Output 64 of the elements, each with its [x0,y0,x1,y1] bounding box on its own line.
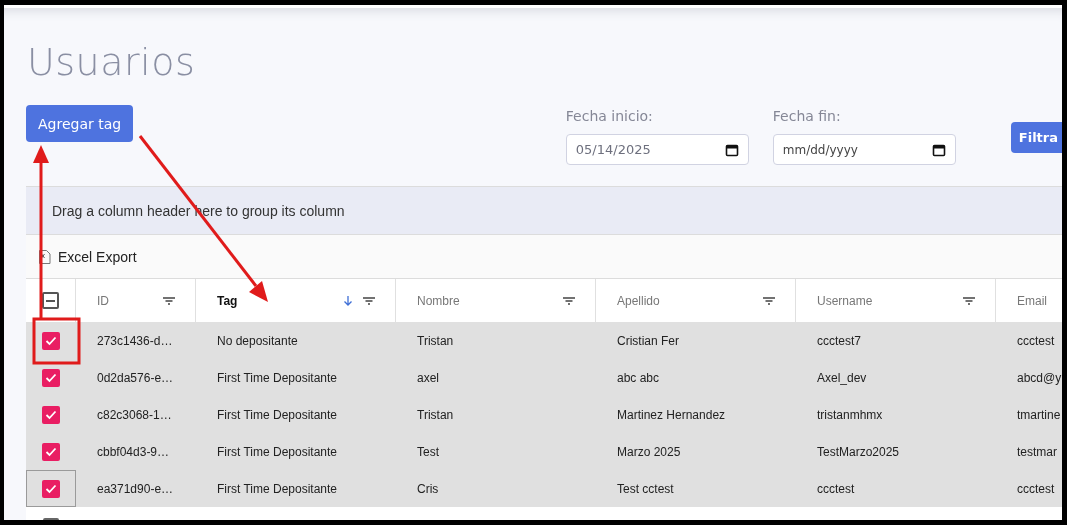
check-icon [45,372,57,383]
check-icon [45,483,57,494]
column-header[interactable]: Apellido [617,293,753,308]
table-cell: ccctest [1017,333,1055,348]
table-cell: 273c1436-d… [97,333,173,348]
column-header[interactable]: Nombre [417,293,553,308]
table-cell: No depositante [217,333,298,348]
row-checkbox[interactable] [42,368,60,387]
filter-icon[interactable] [163,296,175,305]
filter-icon[interactable] [363,296,375,305]
calendar-icon[interactable] [931,143,946,157]
row-checkbox[interactable] [42,479,60,498]
table-cell: First Time Depositante [217,481,338,496]
table-cell: ccctest [817,481,855,496]
table-cell: cbbf04d3-9… [97,444,170,459]
date-field[interactable]: mm/dd/yyyy [772,134,956,165]
column-header[interactable]: Username [817,293,953,308]
check-icon [45,409,57,420]
excel-export-button[interactable]: Excel Export [38,248,137,265]
filter-icon[interactable] [963,296,975,305]
table-cell: ccctest7 [817,333,861,348]
table-cell: c82c3068-1… [97,407,172,422]
add-tag-button[interactable]: Agregar tag [26,105,134,142]
date-label: Fecha inicio: [565,108,653,124]
highlight-frame [32,317,81,365]
table-cell: ea371d90-e… [97,481,174,496]
calendar-icon[interactable] [724,143,739,157]
date-field[interactable]: 05/14/2025 [565,134,749,165]
sort-descending-icon[interactable] [343,294,353,307]
spreadsheet-file-icon [38,248,52,265]
table-cell: tmartine [1017,407,1061,422]
table-cell: Marzo 2025 [617,444,681,459]
table-cell: Tristan [417,407,454,422]
column-header[interactable]: ID [97,293,153,308]
row-checkbox[interactable] [42,331,60,350]
table-cell: TestMarzo2025 [817,444,900,459]
check-icon [45,335,57,346]
column-header[interactable]: Email [1017,293,1062,308]
table-cell: Cris [417,481,439,496]
table-cell: Axel_dev [817,370,867,385]
filter-icon[interactable] [563,296,575,305]
table-cell: Cristian Fer [617,333,679,348]
table-cell: First Time Depositante [217,407,338,422]
table-cell: axel [417,370,439,385]
table-cell: abcd@y [1017,370,1062,385]
row-checkbox[interactable] [42,405,60,424]
filter-icon[interactable] [763,296,775,305]
table-cell: First Time Depositante [217,370,338,385]
table-cell: Martinez Hernandez [617,407,726,422]
table-cell: Test [417,444,439,459]
table-cell: 0d2da576-e… [97,370,174,385]
table-cell: First Time Depositante [217,444,338,459]
table-cell: tristanmhmx [817,407,883,422]
filter-button[interactable]: Filtra [1010,122,1062,153]
table-cell: Test cctest [617,481,674,496]
table-cell: testmar [1017,444,1057,459]
table-cell: abc abc [617,370,660,385]
row-checkbox[interactable] [42,442,60,461]
date-label: Fecha fin: [772,108,841,124]
page-title: Usuarios [26,39,197,86]
column-header[interactable]: Tag [217,293,333,308]
table-cell: Tristan [417,333,454,348]
table-cell: ccctest [1017,481,1055,496]
check-icon [45,446,57,457]
